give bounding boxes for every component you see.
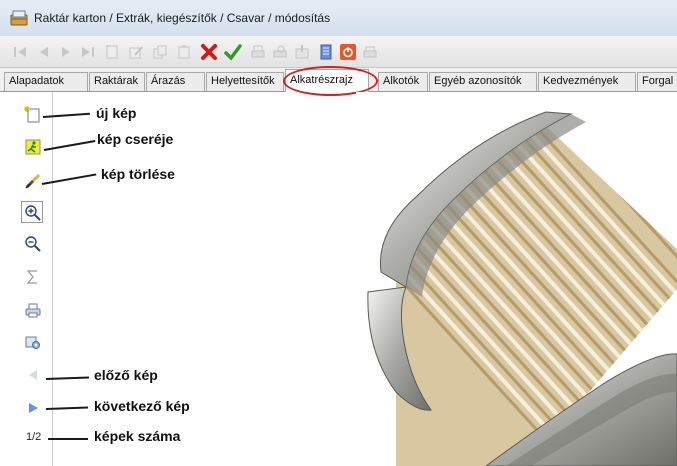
power-icon[interactable] — [340, 44, 356, 60]
new-record-icon[interactable] — [104, 44, 120, 60]
export-icon[interactable] — [294, 44, 310, 60]
zoom-out-icon[interactable] — [22, 233, 44, 255]
callout-line-next-image — [45, 406, 89, 410]
callout-replace-image: kép cseréje — [97, 131, 174, 147]
tab-alkatreszrajz[interactable]: Alkatrészrajz — [285, 69, 369, 92]
print-icon[interactable] — [250, 44, 266, 60]
cancel-icon[interactable] — [200, 43, 217, 60]
print-preview-icon[interactable] — [272, 44, 288, 60]
last-record-icon[interactable] — [80, 44, 96, 60]
window-title: Raktár karton / Extrák, kiegészítők / Cs… — [34, 11, 331, 25]
callout-image-count: képek száma — [94, 428, 181, 444]
app-icon — [10, 10, 28, 26]
next-record-icon[interactable] — [58, 44, 74, 60]
tab-raktarak[interactable]: Raktárak — [89, 72, 145, 91]
zoom-in-icon[interactable] — [21, 201, 43, 223]
copy-record-icon[interactable] — [152, 44, 168, 60]
tab-strip: Alapadatok Raktárak Árazás Helyettesítők… — [0, 68, 677, 92]
print-image-icon[interactable] — [22, 299, 44, 321]
previous-image-icon[interactable] — [22, 364, 44, 386]
tab-alkotok[interactable]: Alkotók — [378, 72, 428, 91]
tab-forgalom[interactable]: Forgal — [637, 72, 677, 91]
notes-icon[interactable] — [318, 44, 334, 60]
paste-record-icon[interactable] — [176, 44, 192, 60]
callout-next-image: következő kép — [94, 398, 190, 414]
part-drawing-viewer[interactable] — [356, 92, 677, 466]
first-record-icon[interactable] — [12, 44, 28, 60]
edit-record-icon[interactable] — [128, 44, 144, 60]
new-image-icon[interactable] — [22, 104, 44, 126]
filter-cartridge-image — [367, 111, 677, 466]
previous-record-icon[interactable] — [36, 44, 52, 60]
callout-line-image-count — [48, 438, 88, 440]
tab-alapadatok[interactable]: Alapadatok — [4, 72, 88, 91]
delete-image-icon[interactable] — [22, 170, 44, 192]
next-image-icon[interactable] — [22, 397, 44, 419]
callout-previous-image: előző kép — [94, 367, 158, 383]
ok-check-icon[interactable] — [224, 43, 242, 61]
tab-egyeb-azonositok[interactable]: Egyéb azonosítók — [429, 72, 537, 91]
sum-icon[interactable] — [22, 266, 44, 288]
image-page-count: 1/2 — [26, 431, 42, 443]
callout-new-image: új kép — [96, 105, 137, 121]
print-small-icon[interactable] — [362, 44, 378, 60]
settings-icon[interactable] — [22, 332, 44, 354]
callout-delete-image: kép törlése — [101, 166, 175, 182]
title-bar: Raktár karton / Extrák, kiegészítők / Cs… — [0, 0, 677, 36]
tab-kedvezmenyek[interactable]: Kedvezmények — [538, 72, 636, 91]
tab-arazas[interactable]: Árazás — [146, 72, 205, 91]
tab-helyettesitok[interactable]: Helyettesítők — [206, 72, 284, 91]
callout-line-previous-image — [45, 376, 90, 380]
main-toolbar — [0, 36, 677, 68]
replace-image-icon[interactable] — [22, 136, 44, 158]
